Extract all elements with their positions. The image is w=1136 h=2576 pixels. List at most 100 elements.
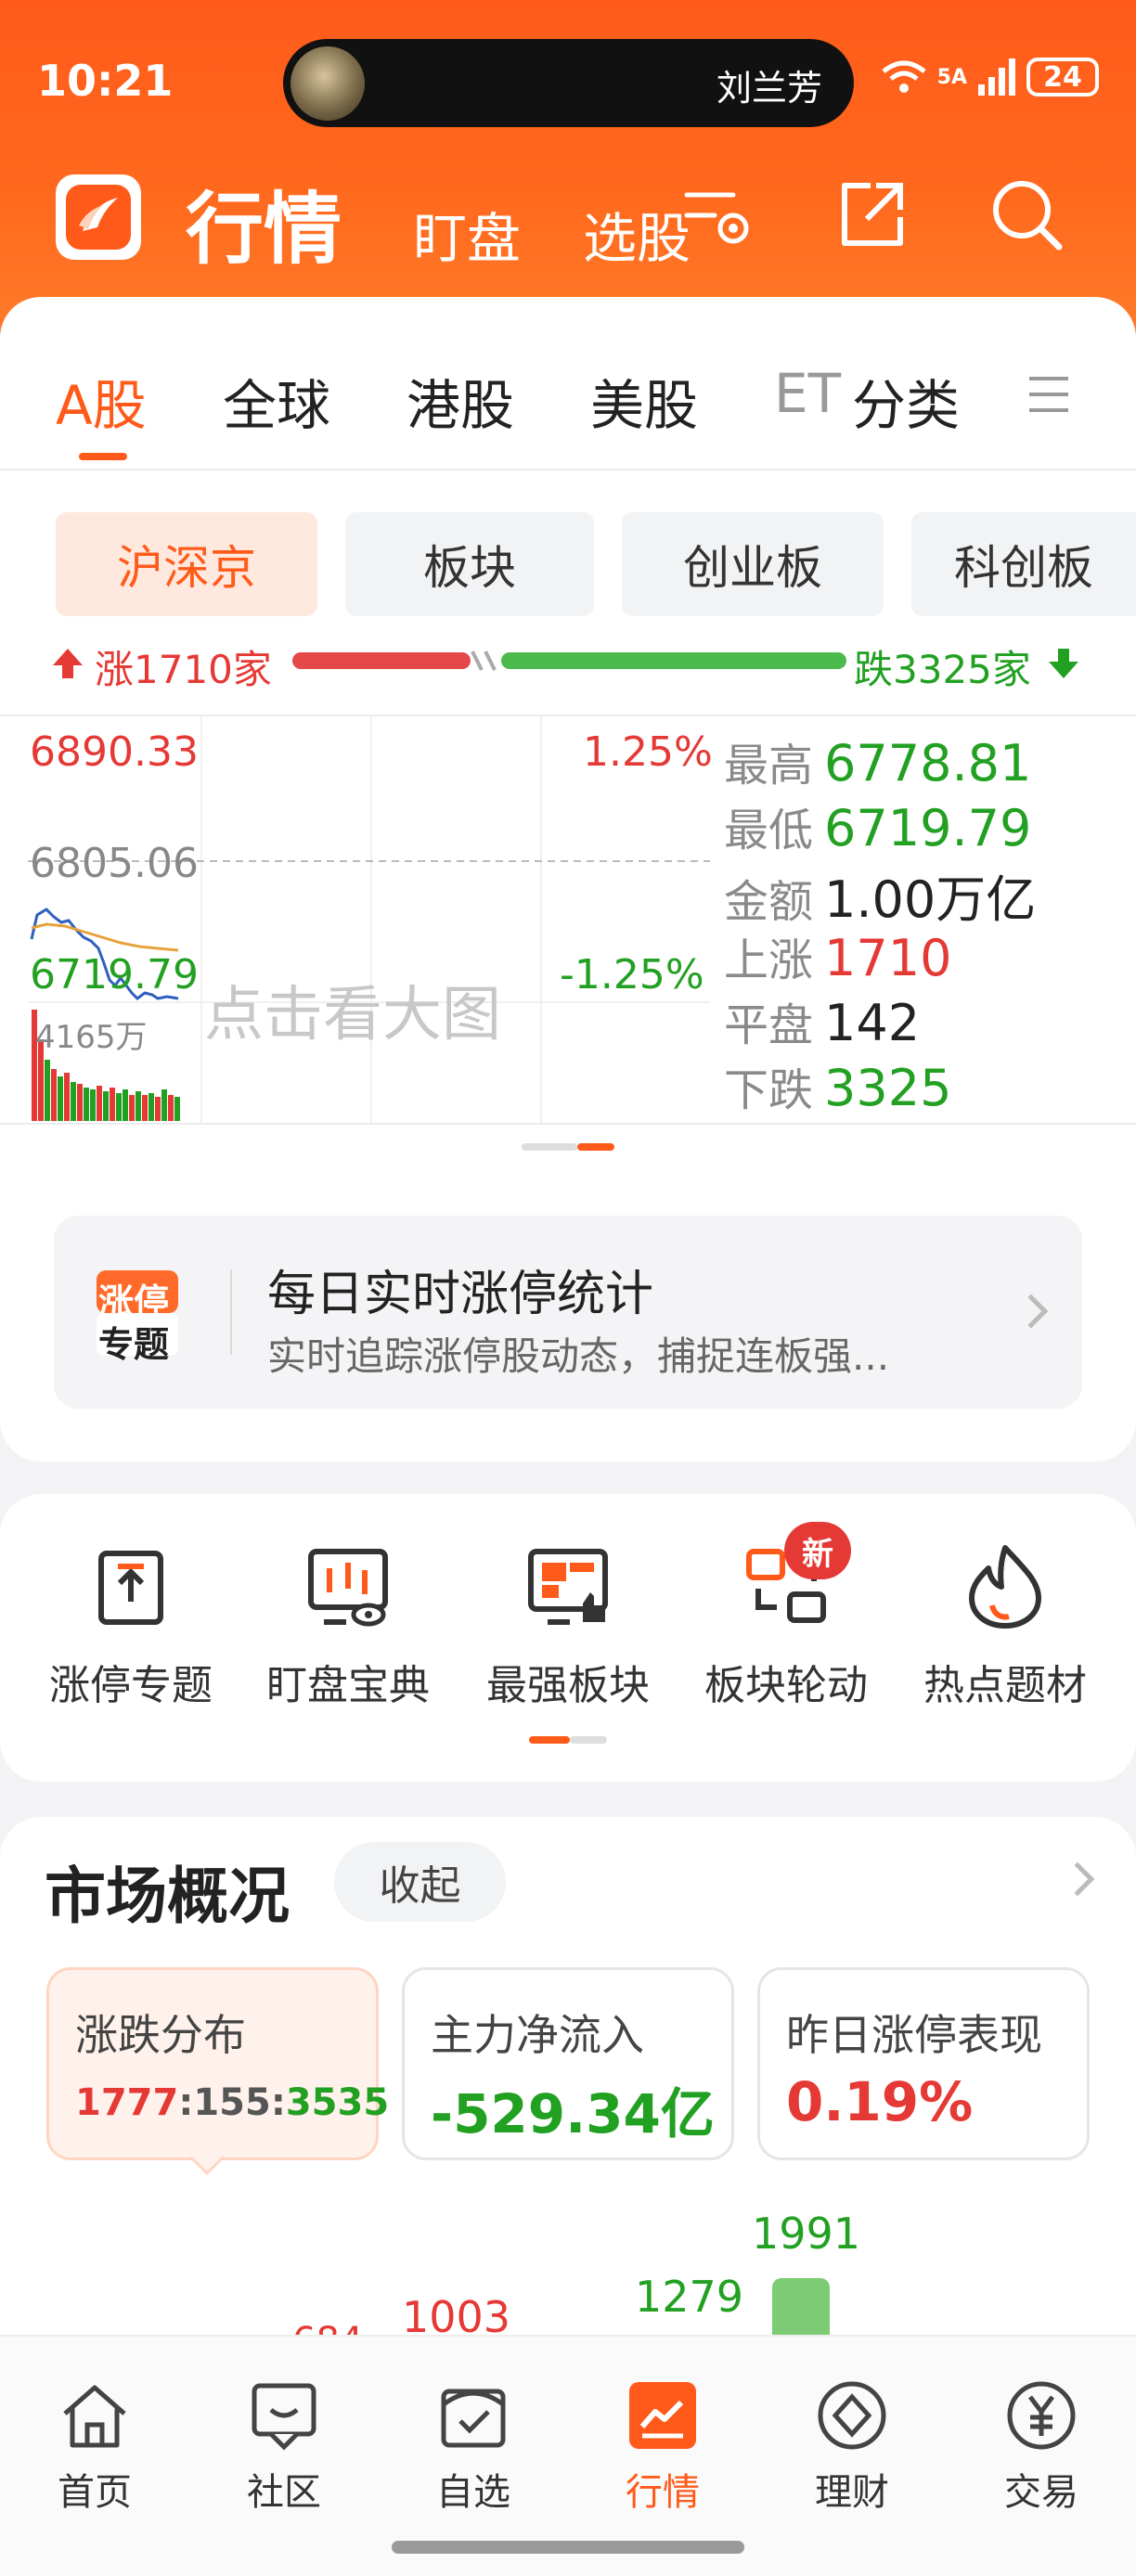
subtab-shanghai-shenzhen-beijing[interactable]: 沪深京 bbox=[56, 512, 317, 616]
live-name: 刘兰芳 bbox=[716, 68, 822, 109]
tab-indicator bbox=[79, 453, 127, 460]
banner-title: 每日实时涨停统计 bbox=[267, 1267, 654, 1322]
search-icon[interactable] bbox=[988, 176, 1066, 254]
strongest-sector-icon bbox=[528, 1549, 608, 1625]
tab-us[interactable]: 美股 bbox=[590, 362, 698, 440]
quick-label-limit-up-topic: 涨停专题 bbox=[49, 1662, 213, 1709]
quick-label-sector-rotation: 板块轮动 bbox=[704, 1662, 868, 1709]
intraday-chart[interactable] bbox=[28, 715, 710, 1123]
signal-icon bbox=[978, 58, 1015, 96]
subtab-star-market[interactable]: 科创板 bbox=[911, 512, 1136, 616]
distribution-up: 1777 bbox=[75, 2081, 179, 2124]
tab-category[interactable]: 分类 bbox=[846, 362, 961, 440]
tab-hk[interactable]: 港股 bbox=[407, 362, 514, 440]
pager-dot-2 bbox=[577, 1143, 614, 1151]
card-title-net-inflow: 主力净流入 bbox=[431, 2010, 644, 2060]
tab-stock-picker[interactable]: 选股 bbox=[583, 195, 691, 273]
limit-up-topic-icon bbox=[98, 1551, 163, 1625]
main-net-inflow-card[interactable]: 主力净流入 -529.34亿 bbox=[402, 1967, 734, 2160]
stat-amount: 金额 1.00万亿 bbox=[724, 858, 1036, 932]
live-island[interactable]: 刘兰芳 bbox=[283, 39, 854, 127]
bar-label-1279: 1279 bbox=[635, 2272, 744, 2322]
stat-low-key: 最低 bbox=[724, 805, 814, 857]
quick-pager-active bbox=[529, 1736, 570, 1744]
watchlist-icon bbox=[441, 2389, 506, 2448]
stat-down-key: 下跌 bbox=[724, 1064, 814, 1116]
bottom-nav: 首页 社区 自选 行情 理财 交易 bbox=[0, 2335, 1136, 2576]
nav-label-home: 首页 bbox=[58, 2471, 132, 2514]
card-title-distribution: 涨跌分布 bbox=[75, 2010, 246, 2060]
status-time: 10:21 bbox=[37, 56, 174, 106]
stat-flat: 平盘 142 bbox=[724, 988, 920, 1053]
stat-up-key: 上涨 bbox=[724, 934, 814, 986]
chart-high-pct: 1.25% bbox=[583, 728, 713, 776]
battery-icon: 24 bbox=[1026, 58, 1099, 97]
limit-up-banner[interactable]: 涨停 专题 每日实时涨停统计 实时追踪涨停股动态，捕捉连板强... bbox=[54, 1216, 1082, 1409]
quick-label-watch-guide: 盯盘宝典 bbox=[266, 1662, 430, 1709]
banner-subtitle: 实时追踪涨停股动态，捕捉连板强... bbox=[267, 1333, 890, 1379]
new-badge: 新 bbox=[784, 1522, 851, 1579]
stat-up-value: 1710 bbox=[824, 929, 952, 987]
quick-pager-inactive bbox=[570, 1736, 607, 1744]
nav-label-wealth: 理财 bbox=[815, 2471, 889, 2514]
stat-high-value: 6778.81 bbox=[824, 734, 1032, 792]
stat-low-value: 6719.79 bbox=[824, 799, 1032, 857]
view-large-chart-hint[interactable]: 点击看大图 bbox=[204, 967, 501, 1052]
wealth-icon bbox=[818, 2381, 886, 2450]
tab-global[interactable]: 全球 bbox=[223, 362, 330, 440]
chevron-right-icon bbox=[1013, 1294, 1049, 1329]
tab-watch[interactable]: 盯盘 bbox=[413, 195, 521, 273]
status-icons: 5A 24 bbox=[880, 58, 1099, 97]
nav-label-community: 社区 bbox=[247, 2471, 321, 2514]
subtab-chinext[interactable]: 创业板 bbox=[622, 512, 884, 616]
distribution-flat: 155 bbox=[193, 2081, 271, 2124]
nav-label-trade: 交易 bbox=[1004, 2471, 1078, 2514]
tabs-divider bbox=[0, 469, 1136, 470]
down-bar bbox=[501, 652, 846, 669]
card-title-yesterday-limit-up: 昨日涨停表现 bbox=[786, 2010, 1042, 2060]
home-indicator[interactable] bbox=[392, 2541, 744, 2554]
yesterday-limit-up-card[interactable]: 昨日涨停表现 0.19% bbox=[757, 1967, 1090, 2160]
flat-bar bbox=[471, 650, 497, 671]
stat-up: 上涨 1710 bbox=[724, 923, 951, 988]
stat-amount-value: 1.00万亿 bbox=[824, 870, 1037, 929]
bar-label-1991: 1991 bbox=[752, 2209, 861, 2259]
app-logo bbox=[56, 174, 141, 260]
arrow-up-icon bbox=[53, 649, 83, 678]
chart-prev-close: 6805.06 bbox=[30, 840, 199, 887]
watch-guide-icon bbox=[308, 1549, 388, 1627]
home-icon bbox=[63, 2385, 126, 2448]
stat-down: 下跌 3325 bbox=[724, 1053, 951, 1118]
nav-label-watchlist: 自选 bbox=[436, 2471, 510, 2514]
stat-flat-value: 142 bbox=[824, 994, 921, 1052]
collapse-button[interactable]: 收起 bbox=[334, 1842, 506, 1922]
pager-dot-1 bbox=[522, 1143, 577, 1151]
quick-label-hot-topic: 热点题材 bbox=[923, 1662, 1087, 1709]
active-card-pointer bbox=[190, 2157, 224, 2175]
down-count-label: 跌3325家 bbox=[854, 647, 1031, 692]
live-avatar bbox=[290, 46, 365, 121]
distribution-down: 3535 bbox=[285, 2081, 390, 2124]
chart-low-pct: -1.25% bbox=[560, 951, 704, 998]
tab-a-share[interactable]: A股 bbox=[56, 362, 147, 440]
chart-bottom-border bbox=[0, 1123, 1136, 1125]
rise-fall-distribution-card[interactable]: 涨跌分布 1777:155:3535 bbox=[46, 1967, 389, 2160]
up-count-label: 涨1710家 bbox=[95, 647, 272, 692]
up-bar bbox=[292, 652, 471, 669]
trade-icon bbox=[1007, 2381, 1076, 2450]
network-label: 5A bbox=[936, 65, 967, 89]
banner-separator bbox=[230, 1269, 232, 1355]
community-icon bbox=[252, 2383, 316, 2451]
stat-amount-key: 金额 bbox=[724, 876, 814, 928]
yesterday-limit-up-value: 0.19% bbox=[786, 2070, 974, 2133]
share-icon[interactable] bbox=[833, 176, 911, 254]
stat-low: 最低 6719.79 bbox=[724, 793, 1031, 858]
stat-flat-key: 平盘 bbox=[724, 999, 814, 1051]
menu-icon[interactable] bbox=[1026, 371, 1072, 418]
quick-label-strongest-sector: 最强板块 bbox=[486, 1662, 650, 1709]
tab-etf[interactable]: ET bbox=[774, 362, 841, 425]
chart-high-price: 6890.33 bbox=[30, 728, 199, 776]
market-icon bbox=[629, 2382, 696, 2449]
settings-list-icon[interactable] bbox=[678, 176, 755, 254]
subtab-sector[interactable]: 板块 bbox=[345, 512, 594, 616]
